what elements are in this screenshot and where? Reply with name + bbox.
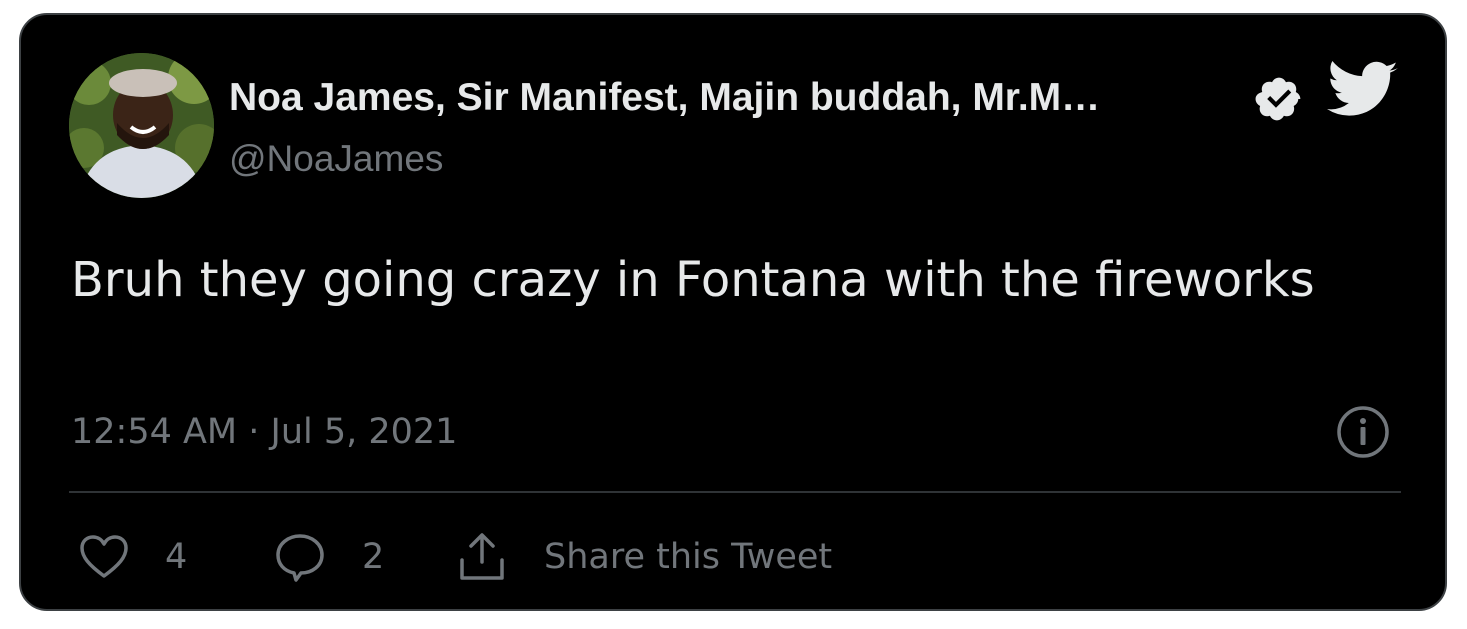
verified-badge-icon: [1255, 77, 1301, 121]
heart-icon: [80, 535, 128, 578]
share-icon: [460, 533, 504, 580]
divider: [69, 491, 1401, 493]
like-button[interactable]: 4: [79, 529, 187, 585]
like-count: 4: [165, 537, 188, 577]
author-display-name[interactable]: Noa James, Sir Manifest, Majin buddah, M…: [229, 75, 1100, 121]
avatar-image: [69, 53, 214, 198]
tweet-timestamp[interactable]: 12:54 AM · Jul 5, 2021: [71, 410, 457, 454]
twitter-bird-icon[interactable]: [1327, 60, 1399, 122]
author-handle[interactable]: @NoaJames: [229, 137, 443, 181]
tweet-text: Bruh they going crazy in Fontana with th…: [71, 252, 1315, 308]
avatar[interactable]: [69, 53, 214, 198]
reply-bubble-icon: [276, 534, 324, 582]
share-label: Share this Tweet: [544, 537, 833, 577]
tweet-card[interactable]: Noa James, Sir Manifest, Majin buddah, M…: [19, 13, 1447, 611]
info-icon[interactable]: [1336, 405, 1390, 459]
reply-button[interactable]: 2: [274, 529, 384, 585]
reply-count: 2: [362, 537, 385, 577]
share-button[interactable]: Share this Tweet: [456, 529, 832, 585]
